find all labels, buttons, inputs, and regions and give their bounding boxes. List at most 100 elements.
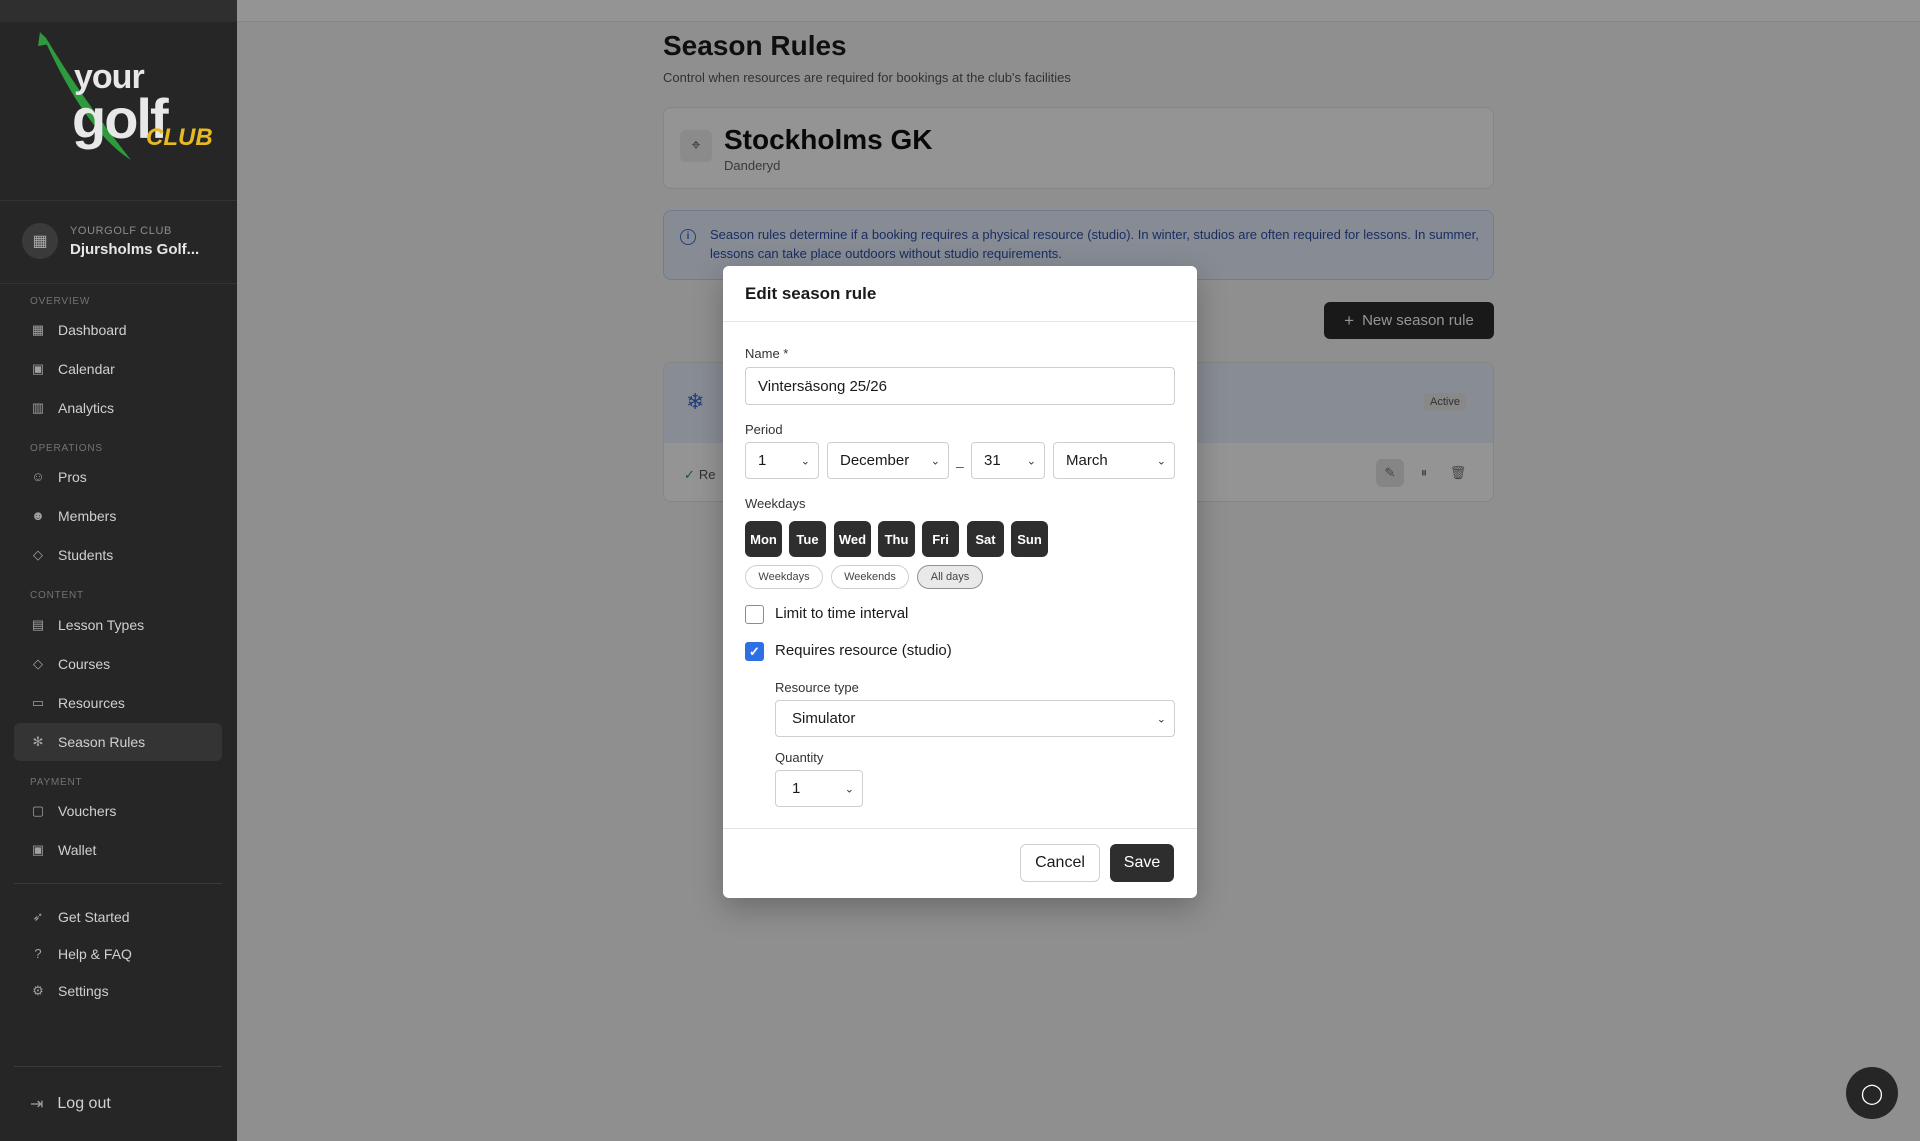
monitor-icon: ▭ [31,695,45,710]
requires-resource-checkbox[interactable]: ✓ [745,642,764,661]
nav-section-overview: OVERVIEW [30,296,91,307]
sidebar-top-strip [0,0,237,22]
day-toggle-wed[interactable]: Wed [834,521,871,557]
sidebar-item-calendar[interactable]: ▣ Calendar [14,350,222,388]
quantity-label: Quantity [775,750,824,765]
resource-type-label: Resource type [775,680,859,695]
sidebar-item-label: Pros [58,469,87,485]
ticket-icon: ▢ [31,803,45,818]
chevron-down-icon: ⌄ [930,455,940,467]
resource-type-select[interactable]: Simulator ⌄ [775,700,1175,737]
period-label: Period [745,422,783,437]
chat-bubble-icon: ◯ [1860,1082,1884,1105]
sidebar-item-members[interactable]: ☻ Members [14,497,222,535]
sidebar-item-label: Season Rules [58,734,146,750]
sidebar-item-season-rules[interactable]: ✻ Season Rules [14,723,222,761]
period-separator: – [956,458,964,474]
sidebar-item-resources[interactable]: ▭ Resources [14,684,222,722]
sidebar-item-label: Help & FAQ [58,946,132,962]
limit-time-label[interactable]: Limit to time interval [775,605,908,622]
sidebar-item-wallet[interactable]: ▣ Wallet [14,831,222,869]
book-icon: ▤ [31,617,45,632]
users-icon: ☺ [31,469,45,484]
quantity-select[interactable]: 1 ⌄ [775,770,863,807]
from-month-value: December [840,452,910,469]
sidebar-item-students[interactable]: ◇ Students [14,536,222,574]
cancel-button[interactable]: Cancel [1020,844,1100,882]
day-toggle-thu[interactable]: Thu [878,521,915,557]
nav-section-content: CONTENT [30,590,84,601]
dialog-header-divider [723,321,1197,322]
day-toggle-sun[interactable]: Sun [1011,521,1048,557]
name-label: Name * [745,346,789,361]
day-toggle-tue[interactable]: Tue [789,521,826,557]
sidebar-item-courses[interactable]: ◇ Courses [14,645,222,683]
user-check-icon: ☻ [31,508,45,523]
sidebar-item-label: Students [58,547,114,563]
sidebar-item-label: Vouchers [58,803,117,819]
sidebar-item-lesson-types[interactable]: ▤ Lesson Types [14,606,222,644]
rocket-icon: ➶ [32,909,44,924]
logo-text-club: CLUB [146,124,213,151]
day-toggle-fri[interactable]: Fri [922,521,959,557]
sidebar-item-help[interactable]: ? Help & FAQ [14,935,222,973]
chevron-down-icon: ⌄ [800,455,810,467]
sidebar-item-dashboard[interactable]: ▦ Dashboard [14,311,222,349]
nav-section-operations: OPERATIONS [30,443,103,454]
limit-time-checkbox[interactable] [745,605,764,624]
chevron-down-icon: ⌄ [1026,455,1036,467]
edit-season-rule-dialog: Edit season rule Name * Vintersäsong 25/… [723,266,1197,898]
sidebar-item-pros[interactable]: ☺ Pros [14,458,222,496]
grid-icon: ▦ [31,322,45,337]
sidebar-item-label: Settings [58,983,109,999]
club-switcher[interactable]: ▦ YOURGOLF CLUB Djursholms Golf... [0,200,237,284]
graduation-cap-icon: ◇ [33,656,43,671]
nav-section-payment: PAYMENT [30,777,83,788]
chevron-down-icon: ⌄ [844,783,854,795]
brand-logo[interactable]: your golf CLUB [36,28,213,168]
to-month-select[interactable]: March ⌄ [1053,442,1175,479]
wallet-icon: ▣ [31,842,45,857]
logout-label: Log out [57,1095,111,1112]
sidebar-item-label: Courses [58,656,111,672]
dialog-footer-divider [723,828,1197,829]
preset-weekends-chip[interactable]: Weekends [831,565,909,589]
name-input[interactable]: Vintersäsong 25/26 [745,367,1175,405]
sidebar-item-label: Lesson Types [58,617,145,633]
quantity-value: 1 [792,780,801,797]
sidebar-item-analytics[interactable]: ▥ Analytics [14,389,222,427]
dialog-title: Edit season rule [745,284,877,303]
resource-type-value: Simulator [792,710,856,727]
bar-chart-icon: ▥ [31,400,45,415]
day-toggle-mon[interactable]: Mon [745,521,782,557]
sidebar-divider [14,883,222,884]
sidebar-item-get-started[interactable]: ➶ Get Started [14,898,222,936]
check-icon: ✓ [749,643,760,659]
logout-icon: ⇥ [30,1096,44,1113]
preset-all-days-chip[interactable]: All days [917,565,983,589]
sidebar-item-label: Wallet [58,842,97,858]
gear-icon: ⚙ [32,983,44,998]
sidebar-item-label: Resources [58,695,125,711]
from-day-value: 1 [758,452,767,469]
logout-button[interactable]: ⇥ Log out [14,1084,222,1124]
club-eyebrow: YOURGOLF CLUB [70,225,172,237]
sidebar-item-label: Dashboard [58,322,127,338]
club-name: Djursholms Golf... [70,241,200,258]
from-month-select[interactable]: December ⌄ [827,442,949,479]
sidebar-item-settings[interactable]: ⚙ Settings [14,972,222,1010]
requires-resource-label[interactable]: Requires resource (studio) [775,642,952,659]
sidebar-item-label: Members [58,508,117,524]
from-day-select[interactable]: 1 ⌄ [745,442,819,479]
sidebar-item-vouchers[interactable]: ▢ Vouchers [14,792,222,830]
day-toggle-sat[interactable]: Sat [967,521,1004,557]
chat-button[interactable]: ◯ [1846,1067,1898,1119]
sidebar-item-label: Analytics [58,400,115,416]
chevron-down-icon: ⌄ [1156,713,1166,725]
save-button[interactable]: Save [1110,844,1174,882]
sidebar: your golf CLUB ▦ YOURGOLF CLUB Djursholm… [0,0,237,1141]
to-day-select[interactable]: 31 ⌄ [971,442,1045,479]
preset-weekdays-chip[interactable]: Weekdays [745,565,823,589]
graduation-cap-icon: ◇ [33,547,43,562]
chevron-down-icon: ⌄ [1156,455,1166,467]
